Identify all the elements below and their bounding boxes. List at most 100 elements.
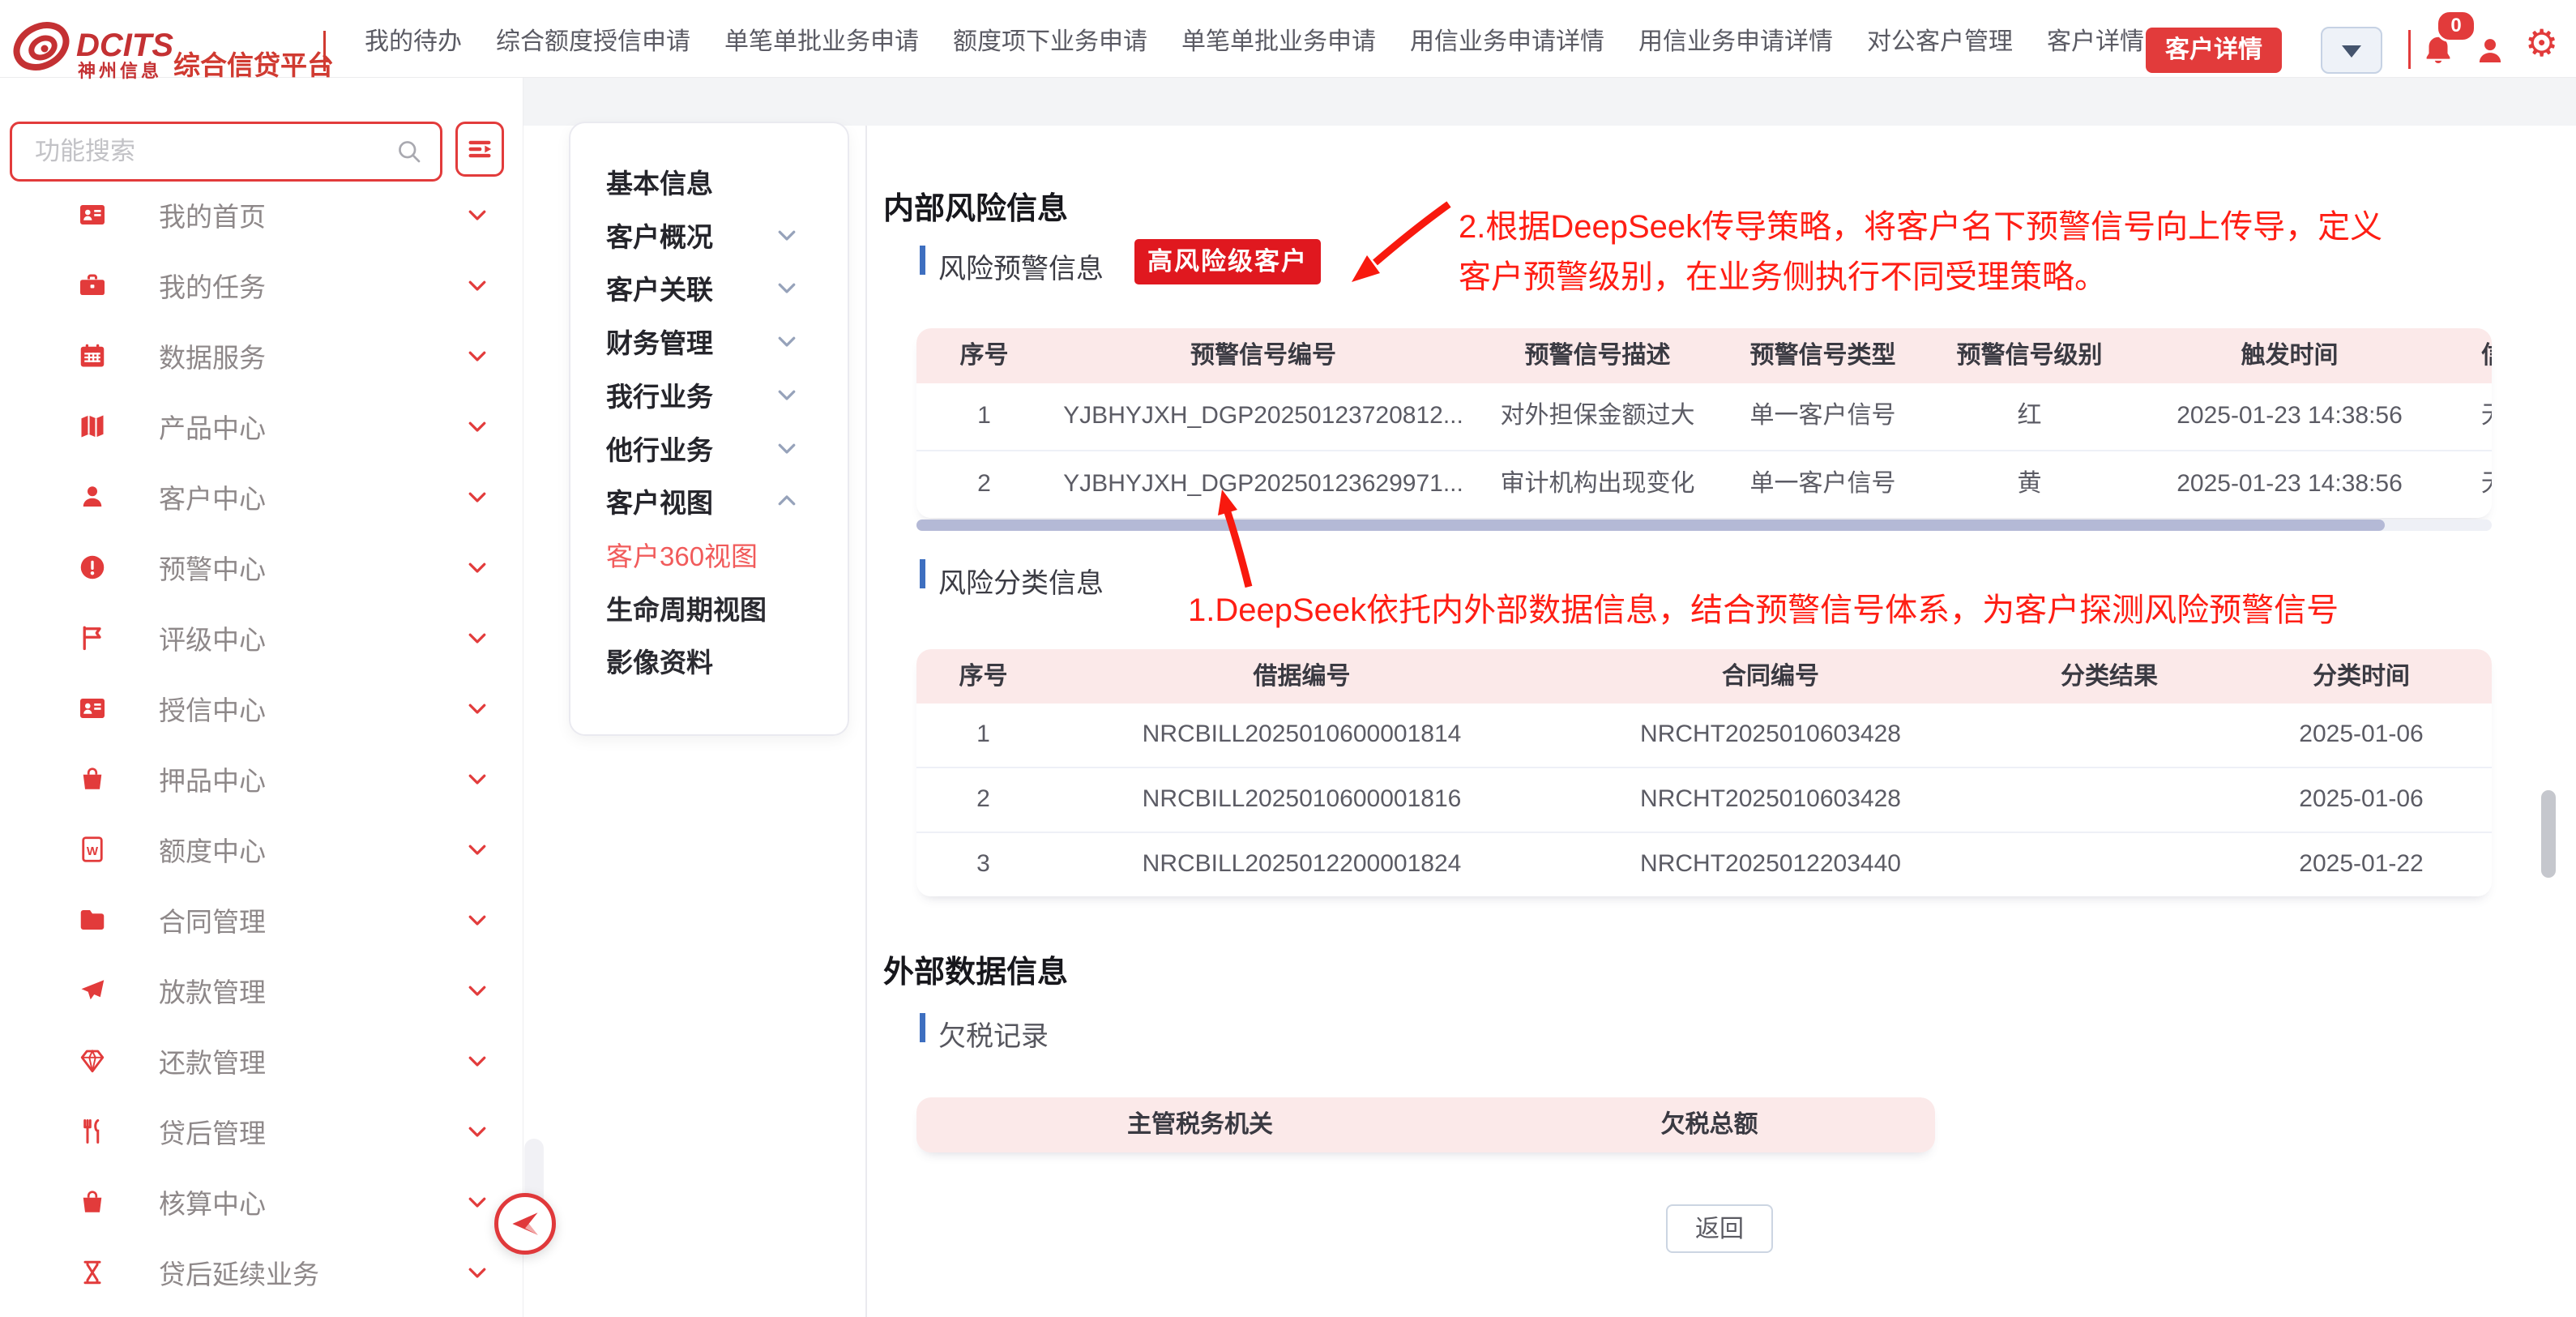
subnav-item-1[interactable]: 基本信息 bbox=[570, 157, 848, 206]
sidebar-item-label: 我的任务 bbox=[159, 266, 266, 305]
subnav-item-label: 客户360视图 bbox=[606, 535, 758, 574]
top-menu-item-8[interactable]: 对公客户管理 bbox=[1867, 21, 2013, 57]
top-menu-item-4[interactable]: 额度项下业务申请 bbox=[953, 21, 1147, 57]
sidebar-item-14[interactable]: 贷后管理 bbox=[0, 1096, 523, 1166]
sidebar-item-7[interactable]: 评级中心 bbox=[0, 602, 523, 673]
sidebar-item-label: 贷后延续业务 bbox=[159, 1253, 319, 1292]
top-menu-item-3[interactable]: 单笔单批业务申请 bbox=[724, 21, 919, 57]
page: DCITS 神州信息 综合信贷平台 我的待办综合额度授信申请单笔单批业务申请额度… bbox=[0, 0, 2576, 1317]
cell: 2 bbox=[916, 451, 1052, 518]
sidebar-item-8[interactable]: 授信中心 bbox=[0, 673, 523, 743]
gem-icon bbox=[78, 1046, 107, 1075]
sidebar-item-9[interactable]: 押品中心 bbox=[0, 743, 523, 814]
subnav-item-10[interactable]: 影像资料 bbox=[570, 636, 848, 685]
sidebar-collapse-button[interactable] bbox=[494, 1193, 556, 1255]
menu-collapse-button[interactable] bbox=[455, 122, 504, 177]
bag-icon bbox=[78, 764, 107, 793]
section-accent-bar bbox=[920, 246, 925, 275]
sidebar-item-10[interactable]: W额度中心 bbox=[0, 814, 523, 884]
briefcase-icon bbox=[78, 271, 107, 300]
map-icon bbox=[78, 412, 107, 441]
sidebar-item-5[interactable]: 客户中心 bbox=[0, 461, 523, 532]
subnav-item-8[interactable]: 客户360视图 bbox=[570, 530, 848, 579]
top-menu-item-9[interactable]: 客户详情 bbox=[2047, 21, 2144, 57]
chevron-down-icon bbox=[465, 273, 489, 297]
top-menu-item-5[interactable]: 单笔单批业务申请 bbox=[1181, 21, 1376, 57]
cell: 对外担保金额过大 bbox=[1475, 383, 1720, 450]
subnav-item-5[interactable]: 我行业务 bbox=[570, 370, 848, 419]
sidebar-item-label: 放款管理 bbox=[159, 971, 266, 1010]
settings-gear-icon[interactable]: ⚙ bbox=[2525, 24, 2558, 62]
sidebar-item-16[interactable]: 贷后延续业务 bbox=[0, 1237, 523, 1307]
tab-customer-detail-active[interactable]: 客户详情 bbox=[2146, 28, 2282, 73]
column-header: 预警信号描述 bbox=[1475, 328, 1720, 383]
chevron-down-icon bbox=[775, 436, 799, 460]
table-row: 3NRCBILL2025012200001824NRCHT20250122034… bbox=[916, 833, 2492, 896]
sidebar-item-11[interactable]: 合同管理 bbox=[0, 884, 523, 955]
classify-section-label: 风险分类信息 bbox=[938, 561, 1104, 601]
top-menu-item-6[interactable]: 用信业务申请详情 bbox=[1410, 21, 1604, 57]
table-header-row: 序号预警信号编号预警信号描述预警信号类型预警信号级别触发时间信 bbox=[916, 328, 2492, 383]
back-button[interactable]: 返回 bbox=[1666, 1204, 1773, 1253]
cell: 2025-01-06 bbox=[2231, 768, 2492, 832]
chevron-down-icon bbox=[465, 344, 489, 368]
tax-section-label: 欠税记录 bbox=[938, 1014, 1049, 1054]
sidebar-item-6[interactable]: 预警中心 bbox=[0, 532, 523, 602]
subnav-item-7[interactable]: 客户视图 bbox=[570, 477, 848, 525]
top-menu-item-2[interactable]: 综合额度授信申请 bbox=[496, 21, 690, 57]
column-header: 序号 bbox=[916, 649, 1050, 703]
cell: NRCBILL2025010600001814 bbox=[1050, 703, 1553, 767]
sidebar-item-15[interactable]: 核算中心 bbox=[0, 1166, 523, 1237]
column-header: 主管税务机关 bbox=[916, 1097, 1484, 1152]
cell: 1 bbox=[916, 703, 1050, 767]
subnav-item-label: 客户关联 bbox=[606, 268, 713, 307]
subnav-item-label: 他行业务 bbox=[606, 429, 713, 468]
vertical-scrollbar-thumb[interactable] bbox=[2541, 790, 2556, 878]
sidebar-item-13[interactable]: 还款管理 bbox=[0, 1025, 523, 1096]
subnav-item-6[interactable]: 他行业务 bbox=[570, 424, 848, 472]
bag-icon bbox=[78, 1187, 107, 1217]
subnav-item-2[interactable]: 客户概况 bbox=[570, 211, 848, 259]
horizontal-scrollbar-thumb[interactable] bbox=[916, 520, 2385, 531]
nav-dropdown-button[interactable] bbox=[2321, 27, 2382, 74]
sidebar-item-3[interactable]: 数据服务 bbox=[0, 320, 523, 391]
cell: 3 bbox=[916, 833, 1050, 896]
subnav-item-label: 客户视图 bbox=[606, 481, 713, 520]
risk-classification-table: 序号借据编号合同编号分类结果分类时间1NRCBILL20250106000018… bbox=[916, 649, 2492, 896]
subnav-item-label: 基本信息 bbox=[606, 162, 713, 201]
search-input[interactable] bbox=[33, 130, 377, 173]
subnav-item-4[interactable]: 财务管理 bbox=[570, 317, 848, 366]
annotation-2-line2: 客户预警级别，在业务侧执行不同受理策略。 bbox=[1459, 250, 2107, 297]
column-header: 预警信号类型 bbox=[1720, 328, 1925, 383]
cell: 黄 bbox=[1925, 451, 2134, 518]
chevron-down-icon bbox=[465, 555, 489, 579]
column-header: 分类时间 bbox=[2231, 649, 2492, 703]
chevron-down-icon bbox=[465, 414, 489, 438]
top-menu-item-7[interactable]: 用信业务申请详情 bbox=[1638, 21, 1833, 57]
sidebar-item-4[interactable]: 产品中心 bbox=[0, 391, 523, 461]
user-profile-icon[interactable] bbox=[2473, 34, 2507, 68]
chevron-down-icon bbox=[775, 223, 799, 247]
cell: 2025-01-23 14:38:56 bbox=[2134, 451, 2446, 518]
column-header: 序号 bbox=[916, 328, 1052, 383]
document-icon: W bbox=[78, 835, 107, 864]
sidebar-item-label: 数据服务 bbox=[159, 336, 266, 375]
column-header: 预警信号编号 bbox=[1052, 328, 1475, 383]
cell: 单一客户信号 bbox=[1720, 383, 1925, 450]
cell: 2025-01-23 14:38:56 bbox=[2134, 383, 2446, 450]
sidebar-item-12[interactable]: 放款管理 bbox=[0, 955, 523, 1025]
sidebar-item-2[interactable]: 我的任务 bbox=[0, 250, 523, 320]
subnav-item-3[interactable]: 客户关联 bbox=[570, 263, 848, 312]
chevron-down-icon bbox=[465, 1260, 489, 1285]
top-menu-item-1[interactable]: 我的待办 bbox=[365, 21, 462, 57]
cell: 审计机构出现变化 bbox=[1475, 451, 1720, 518]
content-top-band bbox=[523, 77, 2576, 126]
cell: 红 bbox=[1925, 383, 2134, 450]
chevron-down-icon bbox=[465, 1119, 489, 1144]
sidebar-item-1[interactable]: 我的首页 bbox=[0, 179, 523, 250]
subnav-item-label: 影像资料 bbox=[606, 641, 713, 680]
chevron-down-icon bbox=[465, 1049, 489, 1073]
calendar-icon bbox=[78, 341, 107, 370]
subnav-item-9[interactable]: 生命周期视图 bbox=[570, 584, 848, 632]
idcard-icon bbox=[78, 200, 107, 229]
